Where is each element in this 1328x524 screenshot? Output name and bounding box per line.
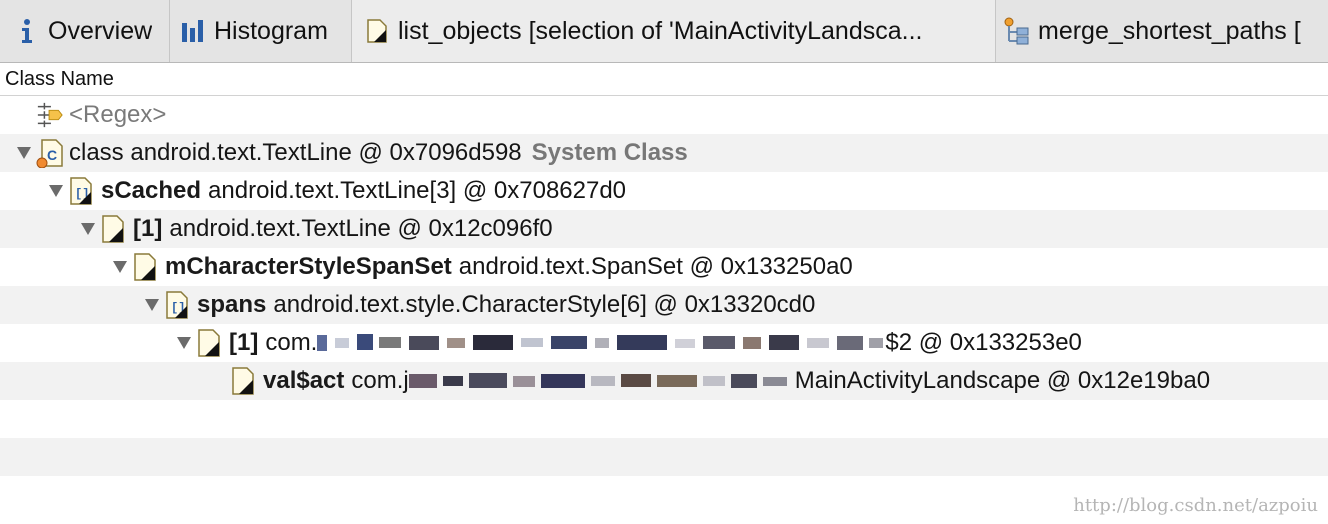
tab-overview[interactable]: Overview: [0, 0, 170, 62]
tree-row-text-start: com.j: [351, 367, 409, 394]
tree-row-text-start: com.: [265, 329, 318, 356]
tree-row-text: android.text.TextLine @ 0x12c096f0: [169, 215, 553, 242]
field-name: val$act: [263, 367, 345, 394]
column-header-label: Class Name: [5, 67, 114, 90]
expand-triangle-icon[interactable]: [110, 257, 130, 277]
info-icon: [14, 17, 40, 45]
tree-row-text-end: MainActivityLandscape @ 0x12e19ba0: [794, 367, 1211, 394]
expand-triangle-icon[interactable]: [174, 333, 194, 353]
tree-row-field[interactable]: [1] com. $2 @ 0x133253e0: [0, 324, 1328, 362]
object-icon: [230, 366, 258, 396]
tree-row-text: android.text.SpanSet @ 0x133250a0: [458, 253, 853, 280]
expand-triangle-icon[interactable]: [46, 181, 66, 201]
svg-text:C: C: [47, 147, 57, 163]
empty-row: [0, 400, 1328, 438]
expand-triangle-icon[interactable]: [14, 143, 34, 163]
watermark: http://blog.csdn.net/azpoiu: [1073, 495, 1318, 516]
regex-filter-label: <Regex>: [69, 101, 167, 128]
tree-row-field[interactable]: [1] android.text.TextLine @ 0x12c096f0: [0, 210, 1328, 248]
object-icon: [196, 328, 224, 358]
tab-merge-shortest-paths[interactable]: merge_shortest_paths [: [996, 0, 1328, 62]
tab-histogram[interactable]: Histogram: [170, 0, 352, 62]
tree-row-field[interactable]: mCharacterStyleSpanSet android.text.Span…: [0, 248, 1328, 286]
tree-row-text: android.text.TextLine[3] @ 0x708627d0: [208, 177, 627, 204]
object-icon: [132, 252, 160, 282]
regex-filter-icon: [36, 100, 64, 130]
tree-row-text: class android.text.TextLine @ 0x7096d598: [69, 139, 522, 166]
column-header-class-name[interactable]: Class Name: [0, 63, 1328, 96]
editor-tab-bar: Overview Histogram list_objects [selecti…: [0, 0, 1328, 63]
expand-triangle-icon[interactable]: [78, 219, 98, 239]
tree-graph-icon: [1004, 17, 1030, 45]
expand-triangle-icon[interactable]: [142, 295, 162, 315]
system-class-badge: System Class: [531, 139, 688, 166]
empty-row: [0, 438, 1328, 476]
field-name: mCharacterStyleSpanSet: [165, 253, 452, 280]
tree-row-field[interactable]: [] spans android.text.style.CharacterSty…: [0, 286, 1328, 324]
field-name: [1]: [133, 215, 163, 242]
field-name: [1]: [229, 329, 259, 356]
class-icon: C: [36, 138, 64, 168]
tab-histogram-label: Histogram: [214, 16, 328, 45]
redacted-pixelated-area: [408, 370, 795, 392]
tab-overview-label: Overview: [48, 16, 153, 45]
tree-row-field[interactable]: [] sCached android.text.TextLine[3] @ 0x…: [0, 172, 1328, 210]
regex-filter-row[interactable]: <Regex>: [0, 96, 1328, 134]
histogram-icon: [180, 17, 206, 45]
tab-merge-shortest-paths-label: merge_shortest_paths [: [1038, 16, 1301, 45]
tree-row-text: android.text.style.CharacterStyle[6] @ 0…: [273, 291, 816, 318]
tab-list-objects[interactable]: list_objects [selection of 'MainActivity…: [352, 0, 996, 62]
array-icon: []: [68, 176, 96, 206]
tab-list-objects-label: list_objects [selection of 'MainActivity…: [398, 16, 923, 45]
field-name: spans: [197, 291, 267, 318]
object-icon: [364, 17, 390, 45]
tree-row-class[interactable]: C class android.text.TextLine @ 0x7096d5…: [0, 134, 1328, 172]
tree-row-field[interactable]: val$act com.j MainActivityLandscape @ 0x…: [0, 362, 1328, 400]
tree-row-text-end: $2 @ 0x133253e0: [885, 329, 1082, 356]
memory-analyzer-window: Overview Histogram list_objects [selecti…: [0, 0, 1328, 524]
object-icon: [100, 214, 128, 244]
redacted-pixelated-area: [317, 332, 885, 354]
object-tree: <Regex> C class android.text.TextLine @ …: [0, 96, 1328, 514]
array-icon: []: [164, 290, 192, 320]
field-name: sCached: [101, 177, 202, 204]
